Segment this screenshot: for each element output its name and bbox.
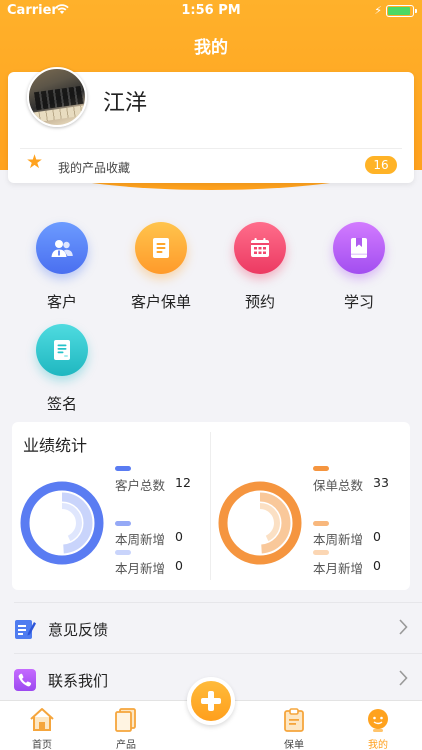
policy-total-marker [313,466,329,471]
stat-value: 0 [175,558,183,573]
home-icon [30,708,54,731]
stat-value: 33 [373,475,389,490]
stat-value: 0 [175,529,183,544]
tab-product[interactable]: 产品 [96,701,156,750]
policy-week-row: 本周新增 0 [313,529,381,548]
stat-label: 本月新增 [313,561,364,576]
tab-label: 产品 [116,740,136,750]
favorites-row[interactable]: ★ 我的产品收藏 16 [8,149,414,183]
function-appointment[interactable]: 预约 [215,222,305,312]
stat-value: 12 [175,475,191,490]
customer-week-row: 本周新增 0 [115,529,183,548]
function-label: 签名 [46,395,77,413]
function-label: 预约 [244,293,275,311]
chevron-right-icon [398,619,408,640]
stat-value: 0 [373,558,381,573]
book-icon [333,222,385,274]
function-signature[interactable]: 签名 [17,324,107,414]
function-label: 客户 [46,293,77,311]
stat-label: 本周新增 [115,532,166,547]
policy-week-marker [313,521,329,526]
signature-icon [36,324,88,376]
function-customers[interactable]: 客户 [17,222,107,312]
phone-icon [14,669,36,691]
clock: 1:56 PM [181,3,241,18]
feedback-icon [14,618,36,640]
policy-month-row: 本月新增 0 [313,558,381,577]
stat-value: 0 [373,529,381,544]
policy-month-marker [313,550,329,555]
profile-icon [368,709,388,732]
chevron-right-icon [398,670,408,691]
add-button[interactable] [187,677,235,725]
stat-label: 本月新增 [115,561,166,576]
clipboard-icon [284,708,304,732]
charging-icon: ⚡ [374,4,382,17]
tab-label: 我的 [368,740,388,750]
favorites-count-badge: 16 [365,156,397,174]
function-label: 学习 [343,293,374,311]
policy-doc-icon [135,222,187,274]
stats-title: 业绩统计 [23,436,88,455]
menu-label: 联系我们 [48,672,109,690]
customer-month-marker [115,550,131,555]
star-icon: ★ [26,151,44,173]
stats-divider [210,432,211,580]
profile-card[interactable]: 江洋 ★ 我的产品收藏 16 [8,67,414,183]
customer-total-row: 客户总数 12 [115,475,191,494]
tab-policy[interactable]: 保单 [264,701,324,750]
stat-label: 保单总数 [313,478,364,493]
function-customer-policies[interactable]: 客户保单 [116,222,206,312]
customer-month-row: 本月新增 0 [115,558,183,577]
customers-icon [36,222,88,274]
customer-ring-chart [20,481,104,565]
product-icon [115,708,136,732]
policy-total-row: 保单总数 33 [313,475,389,494]
tab-label: 保单 [284,740,304,750]
stat-label: 本周新增 [313,532,364,547]
customer-week-marker [115,521,131,526]
battery-icon [386,5,417,17]
favorites-label: 我的产品收藏 [58,161,131,175]
user-name: 江洋 [103,91,148,116]
tab-home[interactable]: 首页 [12,701,72,750]
customer-total-marker [115,466,131,471]
menu-label: 意见反馈 [48,621,109,639]
status-bar: Carrier 1:56 PM ⚡ [0,0,422,22]
function-label: 客户保单 [130,293,191,311]
tab-label: 首页 [32,740,52,750]
avatar[interactable] [27,67,87,127]
calendar-icon [234,222,286,274]
stat-label: 客户总数 [115,478,166,493]
page-title: 我的 [194,38,228,58]
function-study[interactable]: 学习 [314,222,404,312]
performance-stats-card: 业绩统计 客户总数 12 本周新增 0 本月新增 0 保单总数 33 本周新增 … [12,422,410,590]
policy-ring-chart [218,481,302,565]
menu-item-feedback[interactable]: 意见反馈 [0,603,422,653]
tab-mine[interactable]: 我的 [348,701,408,750]
